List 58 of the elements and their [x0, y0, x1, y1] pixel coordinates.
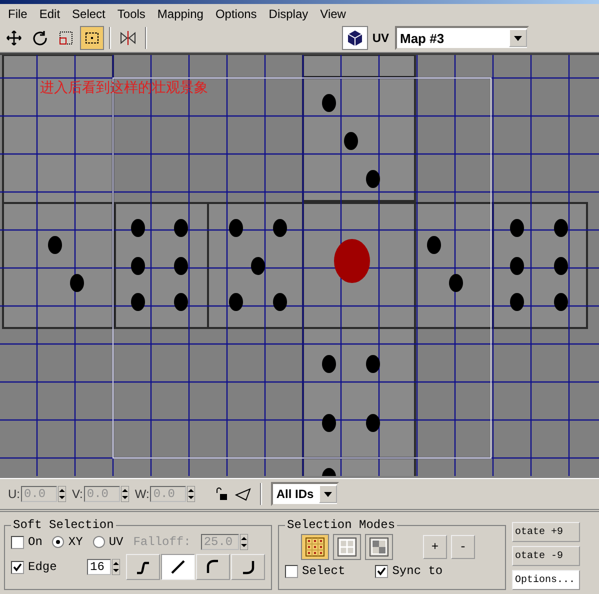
- falloff-label: Falloff:: [133, 535, 191, 549]
- coord-label: U:: [8, 487, 20, 501]
- checkmark-icon: [13, 562, 22, 572]
- axis-radio[interactable]: UV: [92, 535, 124, 549]
- id-filter-dropdown[interactable]: All IDs: [271, 482, 340, 506]
- edge-checkbox[interactable]: Edge: [11, 560, 57, 574]
- tool-button[interactable]: [80, 26, 104, 50]
- uv-channel-label[interactable]: UV: [372, 31, 389, 45]
- vertex-grid-icon: [305, 537, 325, 557]
- map-dropdown[interactable]: Map #3: [395, 26, 529, 50]
- triangle-icon[interactable]: [235, 487, 252, 501]
- dropdown-arrow-icon: [324, 492, 332, 496]
- lock-icon[interactable]: [215, 487, 230, 501]
- rotate-button[interactable]: otate -9: [512, 546, 580, 566]
- menu-item[interactable]: File: [2, 7, 34, 21]
- dropdown-arrow-icon: [514, 36, 522, 40]
- selection-mode-button[interactable]: [365, 534, 393, 560]
- falloff-curve-button[interactable]: [126, 554, 160, 580]
- options-button[interactable]: Options...: [512, 570, 580, 590]
- menu-item[interactable]: Edit: [33, 7, 66, 21]
- face-grid-icon: [369, 537, 389, 557]
- selection-mode-button[interactable]: [301, 534, 329, 560]
- edge-count-field[interactable]: 16: [87, 559, 111, 575]
- menu-item[interactable]: Display: [262, 7, 314, 21]
- spinner-arrows-icon[interactable]: [112, 559, 120, 575]
- rotate-button[interactable]: otate +9: [512, 522, 580, 542]
- falloff-curve-button[interactable]: [161, 554, 195, 580]
- menu-item[interactable]: Options: [209, 7, 263, 21]
- grow-shrink-button[interactable]: -: [451, 535, 475, 559]
- group-title: Soft Selection: [12, 518, 115, 532]
- falloff-curve-button[interactable]: [196, 554, 230, 580]
- menu-item[interactable]: View: [314, 7, 352, 21]
- grow-shrink-button[interactable]: +: [423, 535, 447, 559]
- rotate-icon: [32, 30, 48, 46]
- menu-item[interactable]: Mapping: [151, 7, 210, 21]
- group-title: Selection Modes: [286, 518, 396, 532]
- menu-item[interactable]: Tools: [111, 7, 152, 21]
- cube-button[interactable]: [342, 26, 368, 50]
- spinner-arrows-icon[interactable]: [120, 486, 129, 502]
- menu-item[interactable]: Select: [66, 7, 112, 21]
- falloff-curve-button[interactable]: [231, 554, 265, 580]
- move-icon: [6, 30, 22, 46]
- sync-checkbox[interactable]: Sync to: [375, 564, 443, 578]
- cube-icon: [346, 29, 364, 47]
- coord-label: V:: [72, 487, 83, 501]
- spinner-arrows-icon[interactable]: [58, 486, 66, 502]
- edge-grid-icon: [337, 537, 357, 557]
- mirror-icon: [120, 30, 136, 46]
- selection-mode-button[interactable]: [333, 534, 361, 560]
- on-checkbox[interactable]: On: [11, 535, 42, 549]
- scale-icon: [58, 30, 74, 46]
- coord-label: W:: [134, 487, 150, 501]
- select-checkbox[interactable]: Select: [285, 564, 346, 578]
- axis-radio[interactable]: XY: [52, 535, 83, 549]
- spinner-arrows-icon[interactable]: [187, 486, 196, 502]
- checkmark-icon: [377, 566, 386, 576]
- spinner-arrows-icon[interactable]: [240, 534, 248, 550]
- freeform-icon: [84, 30, 100, 46]
